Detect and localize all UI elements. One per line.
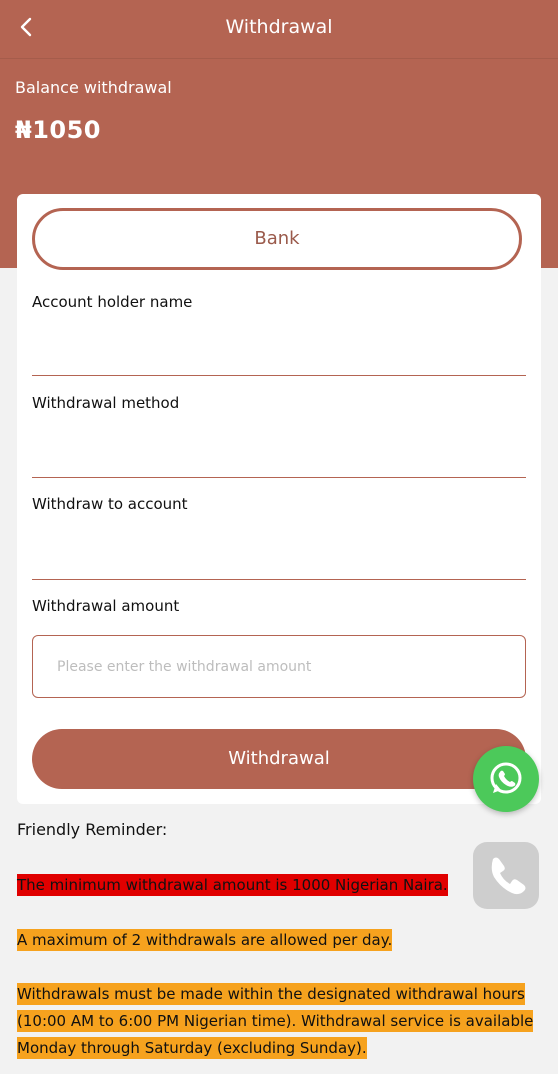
whatsapp-button[interactable]: [473, 746, 539, 812]
reminder-note-hours: Withdrawals must be made within the desi…: [17, 981, 537, 1062]
reminder-title: Friendly Reminder:: [17, 820, 168, 839]
withdrawal-amount-input[interactable]: [32, 635, 526, 698]
withdrawal-method-field[interactable]: [32, 477, 526, 478]
bank-method-button[interactable]: Bank: [32, 208, 522, 270]
withdrawal-amount-label: Withdrawal amount: [32, 597, 180, 615]
balance-amount: ₦1050: [15, 116, 101, 144]
balance-label: Balance withdrawal: [15, 78, 172, 97]
reminder-note-daily-limit: A maximum of 2 withdrawals are allowed p…: [17, 927, 537, 954]
reminder-note-text: A maximum of 2 withdrawals are allowed p…: [17, 929, 393, 951]
whatsapp-icon: [490, 762, 522, 794]
phone-button[interactable]: [473, 842, 539, 909]
account-holder-name-field[interactable]: [32, 375, 526, 376]
withdraw-to-account-field[interactable]: [32, 579, 526, 580]
top-bar: Withdrawal: [0, 0, 558, 59]
phone-icon: [491, 857, 526, 895]
reminder-note-text: Withdrawals must be made within the desi…: [17, 983, 534, 1059]
withdrawal-method-label: Withdrawal method: [32, 394, 180, 412]
reminder-note-minimum: The minimum withdrawal amount is 1000 Ni…: [17, 872, 537, 899]
reminder-note-text: The minimum withdrawal amount is 1000 Ni…: [17, 874, 448, 896]
account-holder-name-label: Account holder name: [32, 293, 193, 311]
withdrawal-form-card: Bank Account holder name Withdrawal meth…: [17, 194, 541, 804]
withdrawal-submit-button[interactable]: Withdrawal: [32, 729, 526, 789]
withdraw-to-account-label: Withdraw to account: [32, 495, 188, 513]
page-title: Withdrawal: [225, 16, 333, 38]
